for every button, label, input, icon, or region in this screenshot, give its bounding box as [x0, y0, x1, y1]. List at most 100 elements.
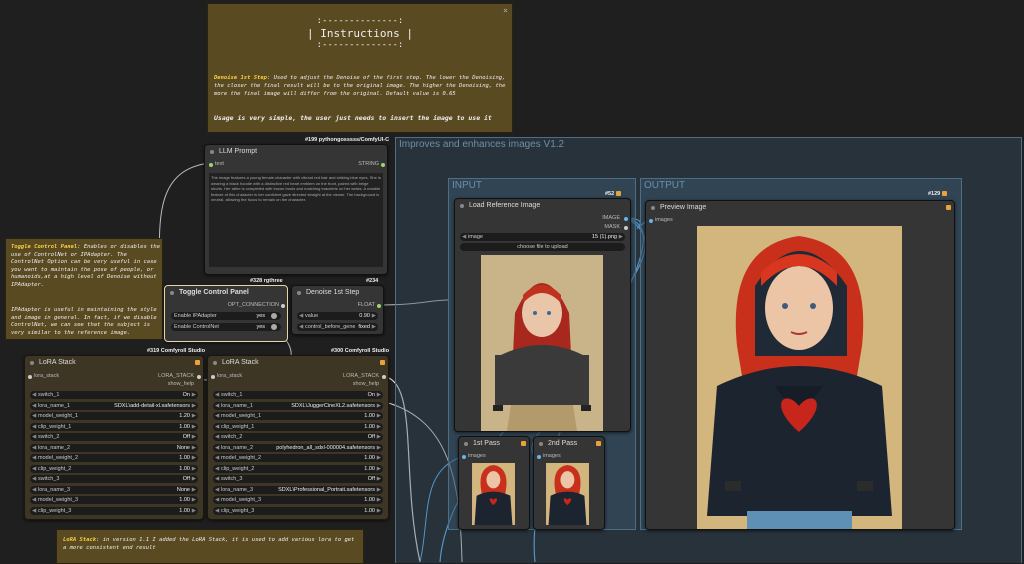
arrow-left-icon[interactable]: ◀ [215, 423, 219, 431]
load-node-header[interactable]: Load Reference Image [455, 199, 630, 213]
arrow-left-icon[interactable]: ◀ [32, 444, 36, 452]
pass2-input-socket[interactable] [537, 455, 541, 459]
instructions-note[interactable]: × :--------------: | Instructions | :---… [207, 3, 513, 133]
arrow-left-icon[interactable]: ◀ [32, 391, 36, 399]
arrow-right-icon[interactable]: ▶ [377, 391, 381, 399]
lora-widget-row[interactable]: ◀ model_weight_3 1.00 ▶ [30, 496, 198, 504]
pass1-input-socket[interactable] [462, 455, 466, 459]
arrow-left-icon[interactable]: ◀ [32, 496, 36, 504]
arrow-right-icon[interactable]: ▶ [192, 444, 196, 452]
arrow-left-icon[interactable]: ◀ [32, 507, 36, 515]
lora-widget-row[interactable]: ◀ model_weight_2 1.00 ▶ [30, 454, 198, 462]
lora-widget-row[interactable]: ◀ clip_weight_1 1.00 ▶ [213, 422, 383, 431]
lora-widget-row[interactable]: ◀ model_weight_2 1.00 ▶ [213, 454, 383, 462]
lora-widget-row[interactable]: ◀ clip_weight_2 1.00 ▶ [213, 464, 383, 473]
load-output-image-socket[interactable] [624, 217, 628, 221]
arrow-left-icon[interactable]: ◀ [215, 433, 219, 441]
arrow-right-icon[interactable]: ▶ [192, 465, 196, 473]
arrow-left-icon[interactable]: ◀ [215, 402, 219, 410]
arrow-right-icon[interactable]: ▶ [192, 412, 196, 420]
arrow-left-icon[interactable]: ◀ [215, 507, 219, 515]
second-pass-node[interactable]: 2nd Pass images [533, 436, 605, 530]
lora-widget-row[interactable]: ◀ lora_name_3 None ▶ [30, 485, 198, 494]
close-icon[interactable]: × [503, 6, 508, 15]
arrow-right-icon[interactable]: ▶ [377, 486, 381, 494]
lora-widget-row[interactable]: ◀ switch_3 Off ▶ [213, 475, 383, 483]
arrow-left-icon[interactable]: ◀ [215, 454, 219, 462]
toggle-switch-icon[interactable] [271, 324, 277, 330]
lora-note[interactable]: LoRA Stack: in version 1.1 I added the L… [56, 529, 364, 564]
llm-prompt-node[interactable]: LLM Prompt text STRING The image feature… [204, 144, 388, 275]
lora-widget-row[interactable]: ◀ switch_1 On ▶ [213, 391, 383, 399]
denoise-value-widget[interactable]: ◀ value 0.90 ▶ [297, 312, 378, 320]
lora-stack-node-1[interactable]: LoRA Stack lora_stack LORA_STACK show_he… [24, 355, 204, 520]
llm-output-socket[interactable] [381, 163, 385, 167]
lora-widget-row[interactable]: ◀ clip_weight_1 1.00 ▶ [30, 422, 198, 431]
preview-input-socket[interactable] [649, 219, 653, 223]
arrow-right-icon[interactable]: ▶ [377, 454, 381, 462]
lora1-output-socket[interactable] [197, 375, 201, 379]
image-select[interactable]: ◀ image 15 (1).png ▶ [460, 233, 625, 241]
arrow-right-icon[interactable]: ▶ [192, 475, 196, 483]
arrow-right-icon[interactable]: ▶ [192, 496, 196, 504]
lora2-output-socket[interactable] [382, 375, 386, 379]
lora-widget-row[interactable]: ◀ model_weight_3 1.00 ▶ [213, 496, 383, 504]
lora-widget-row[interactable]: ◀ lora_name_2 polyhedron_all_sdxl-000004.s… [213, 443, 383, 452]
arrow-left-icon[interactable]: ◀ [32, 475, 36, 483]
lora2-input-socket[interactable] [211, 375, 215, 379]
arrow-right-icon[interactable]: ▶ [377, 507, 381, 515]
arrow-left-icon[interactable]: ◀ [32, 433, 36, 441]
first-pass-node[interactable]: 1st Pass images [458, 436, 530, 530]
arrow-left-icon[interactable]: ◀ [32, 486, 36, 494]
lora-widget-row[interactable]: ◀ clip_weight_2 1.00 ▶ [30, 464, 198, 473]
arrow-right-icon[interactable]: ▶ [377, 475, 381, 483]
arrow-right-icon[interactable]: ▶ [377, 402, 381, 410]
arrow-left-icon[interactable]: ◀ [215, 391, 219, 399]
lora1-input-socket[interactable] [28, 375, 32, 379]
lora-widget-row[interactable]: ◀ lora_name_1 SDXL\JuggerCineXL2.safetenso… [213, 401, 383, 410]
lora-widget-row[interactable]: ◀ clip_weight_3 1.00 ▶ [30, 506, 198, 515]
toggle-control-node[interactable]: Toggle Control Panel OPT_CONNECTION Enab… [164, 285, 288, 342]
lora-widget-row[interactable]: ◀ model_weight_1 1.20 ▶ [30, 412, 198, 420]
arrow-right-icon[interactable]: ▶ [377, 496, 381, 504]
arrow-left-icon[interactable]: ◀ [215, 465, 219, 473]
load-reference-image-node[interactable]: Load Reference Image IMAGE MASK ◀ image 15… [454, 198, 631, 432]
arrow-left-icon[interactable]: ◀ [215, 486, 219, 494]
lora-widget-row[interactable]: ◀ lora_name_1 SDXL\add-detail-xl.safetenso… [30, 401, 198, 410]
preview-image-node[interactable]: Preview Image images [645, 200, 955, 530]
arrow-left-icon[interactable]: ◀ [32, 412, 36, 420]
denoise-output-socket[interactable] [377, 304, 381, 308]
arrow-left-icon[interactable]: ◀ [215, 475, 219, 483]
arrow-left-icon[interactable]: ◀ [215, 444, 219, 452]
denoise-control-widget[interactable]: ◀ control_before_gene fixed ▶ [297, 323, 378, 331]
arrow-right-icon[interactable]: ▶ [377, 444, 381, 452]
lora-widget-row[interactable]: ◀ model_weight_1 1.00 ▶ [213, 412, 383, 420]
lora-widget-row[interactable]: ◀ switch_2 Off ▶ [30, 433, 198, 441]
arrow-right-icon[interactable]: ▶ [192, 507, 196, 515]
arrow-right-icon[interactable]: ▶ [192, 486, 196, 494]
lora-widget-row[interactable]: ◀ switch_3 Off ▶ [30, 475, 198, 483]
arrow-left-icon[interactable]: ◀ [215, 496, 219, 504]
lora-widget-row[interactable]: ◀ clip_weight_3 1.00 ▶ [213, 506, 383, 515]
llm-input-socket[interactable] [209, 163, 213, 167]
toggle-node-header[interactable]: Toggle Control Panel [165, 286, 287, 300]
arrow-right-icon[interactable]: ▶ [192, 433, 196, 441]
toggle-ipadapter[interactable]: Enable IPAdapter yes [171, 312, 281, 320]
toggle-controlnet[interactable]: Enable ControlNet yes [171, 323, 281, 331]
lora-widget-row[interactable]: ◀ lora_name_2 None ▶ [30, 443, 198, 452]
upload-button[interactable]: choose file to upload [460, 243, 625, 251]
arrow-right-icon[interactable]: ▶ [192, 454, 196, 462]
lora2-header[interactable]: LoRA Stack [208, 356, 388, 370]
arrow-right-icon[interactable]: ▶ [192, 423, 196, 431]
lora1-header[interactable]: LoRA Stack [25, 356, 203, 370]
preview-node-header[interactable]: Preview Image [646, 201, 954, 215]
lora-stack-node-2[interactable]: LoRA Stack lora_stack LORA_STACK show_he… [207, 355, 389, 520]
arrow-right-icon[interactable]: ▶ [377, 465, 381, 473]
load-output-mask-socket[interactable] [624, 226, 628, 230]
denoise-node[interactable]: Denoise 1st Step FLOAT ◀ value 0.90 ▶ ◀ cont… [291, 285, 384, 335]
toggle-output-socket[interactable] [281, 304, 285, 308]
toggle-note[interactable]: Toggle Control Panel: Enables or disable… [5, 238, 163, 340]
arrow-right-icon[interactable]: ▶ [377, 433, 381, 441]
lora-widget-row[interactable]: ◀ switch_1 On ▶ [30, 391, 198, 399]
arrow-left-icon[interactable]: ◀ [32, 423, 36, 431]
